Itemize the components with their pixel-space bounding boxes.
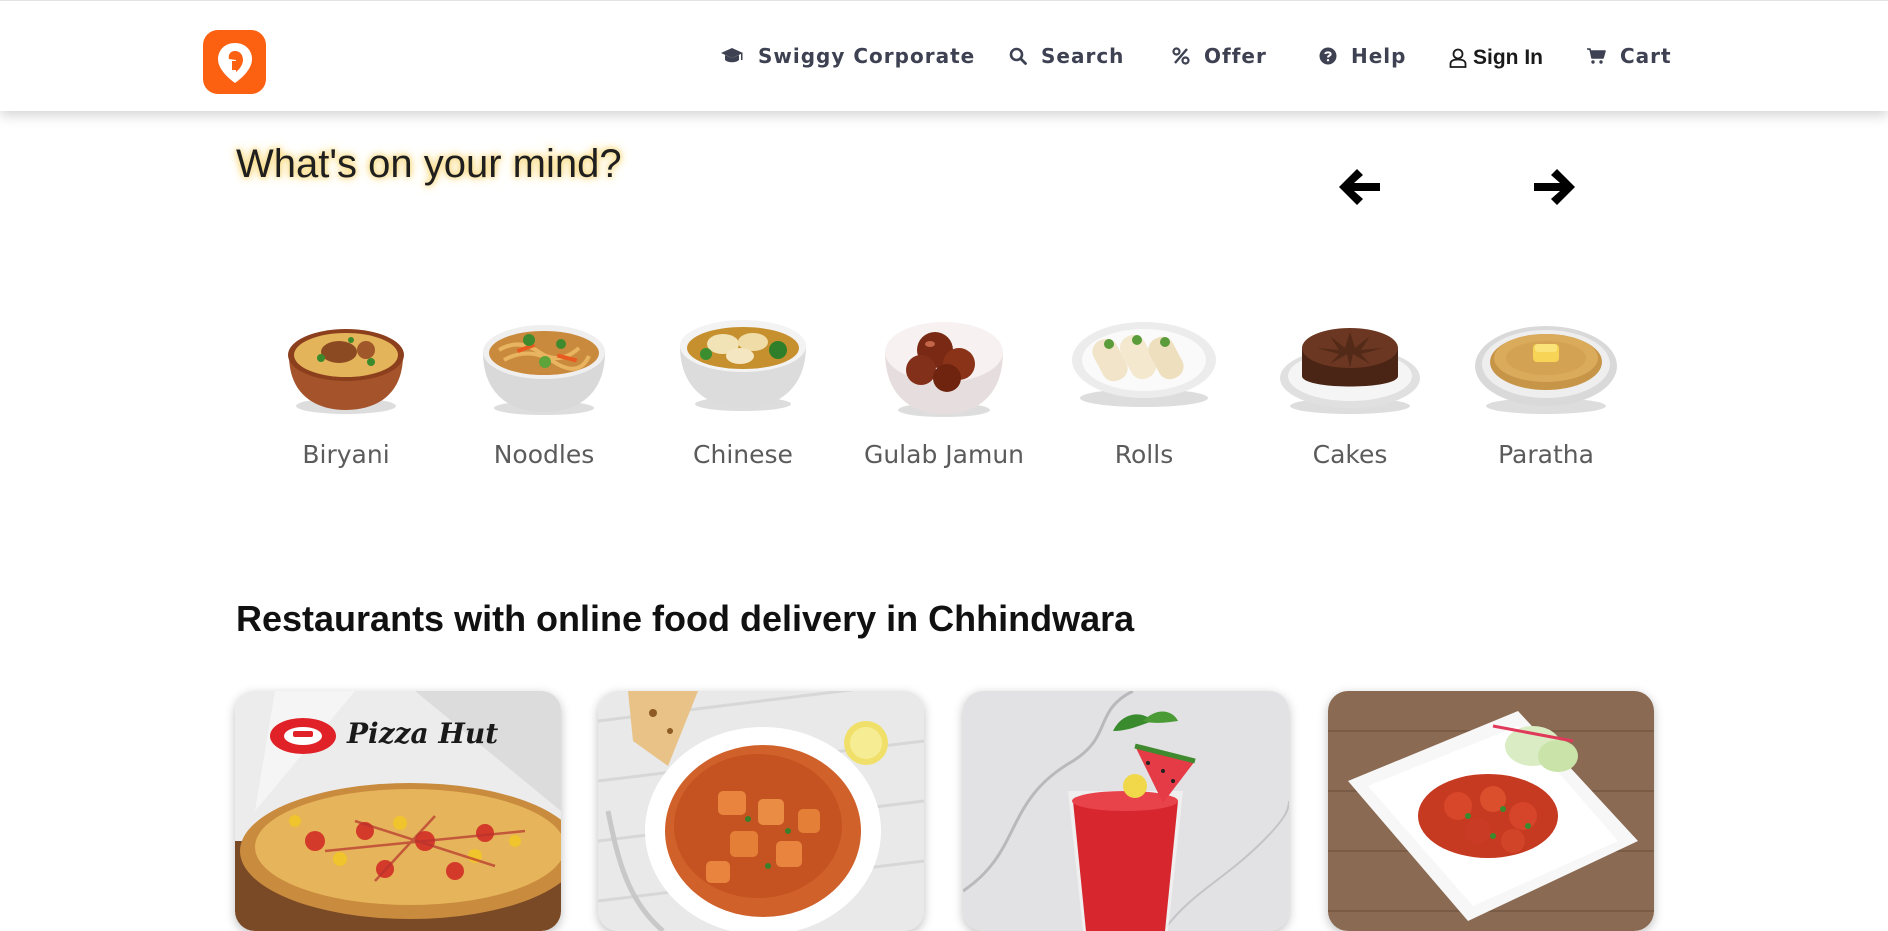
nav-swiggy-corporate[interactable]: Swiggy Corporate xyxy=(720,41,975,71)
category-cakes[interactable]: Cakes xyxy=(1255,310,1445,469)
chilli-paneer-image xyxy=(1328,691,1654,931)
category-label: Paratha xyxy=(1498,440,1594,469)
category-chinese[interactable]: Chinese xyxy=(648,310,838,469)
biryani-image xyxy=(271,310,421,420)
rolls-image xyxy=(1069,310,1219,420)
user-icon xyxy=(1449,48,1467,68)
restaurant-card[interactable] xyxy=(963,691,1289,931)
arrow-right-icon xyxy=(1534,169,1575,205)
restaurant-card[interactable] xyxy=(1328,691,1654,931)
restaurant-card[interactable]: Pizza Hut xyxy=(235,691,561,931)
help-circle-icon xyxy=(1319,47,1337,65)
card-brand-text: Pizza Hut xyxy=(347,717,499,750)
nav-offer[interactable]: Offer xyxy=(1172,41,1267,71)
category-biryani[interactable]: Biryani xyxy=(251,310,441,469)
nav-label: Swiggy Corporate xyxy=(758,44,976,68)
swiggy-logo[interactable] xyxy=(203,30,266,94)
nav-label: Help xyxy=(1351,44,1407,68)
carousel-next-button[interactable] xyxy=(1531,164,1577,210)
cart-icon xyxy=(1586,47,1606,65)
nav-label: Sign In xyxy=(1473,46,1543,69)
watermelon-drink-image xyxy=(963,691,1289,931)
arrow-left-icon xyxy=(1339,169,1380,205)
category-paratha[interactable]: Paratha xyxy=(1451,310,1641,469)
category-gulab-jamun[interactable]: Gulab Jamun xyxy=(849,310,1039,469)
category-rolls[interactable]: Rolls xyxy=(1049,310,1239,469)
category-label: Cakes xyxy=(1312,440,1388,469)
category-noodles[interactable]: Noodles xyxy=(449,310,639,469)
category-label: Chinese xyxy=(693,440,793,469)
top-navbar: Swiggy Corporate Search Offer Help Sign … xyxy=(0,0,1888,111)
paratha-image xyxy=(1471,310,1621,420)
search-icon xyxy=(1009,47,1027,65)
cakes-image xyxy=(1275,310,1425,420)
category-label: Rolls xyxy=(1114,440,1174,469)
percent-icon xyxy=(1172,47,1190,65)
swiggy-logo-icon xyxy=(218,43,252,83)
nav-help[interactable]: Help xyxy=(1319,41,1406,71)
chinese-image xyxy=(668,310,818,420)
nav-label: Offer xyxy=(1204,44,1267,68)
restaurant-card[interactable] xyxy=(598,691,924,931)
nav-sign-in[interactable]: Sign In xyxy=(1449,43,1543,73)
noodles-image xyxy=(469,310,619,420)
carousel-prev-button[interactable] xyxy=(1337,164,1383,210)
section-title-restaurants: Restaurants with online food delivery in… xyxy=(236,598,1135,639)
graduation-cap-icon xyxy=(720,47,744,65)
nav-label: Cart xyxy=(1620,44,1672,68)
section-title-mind: What's on your mind? xyxy=(236,142,622,186)
nav-label: Search xyxy=(1041,44,1125,68)
category-label: Gulab Jamun xyxy=(863,440,1025,469)
gulab-jamun-image xyxy=(869,310,1019,420)
nav-search[interactable]: Search xyxy=(1009,41,1124,71)
category-label: Noodles xyxy=(493,440,595,469)
category-label: Biryani xyxy=(302,440,390,469)
paneer-curry-image xyxy=(598,691,924,931)
nav-cart[interactable]: Cart xyxy=(1586,41,1672,71)
